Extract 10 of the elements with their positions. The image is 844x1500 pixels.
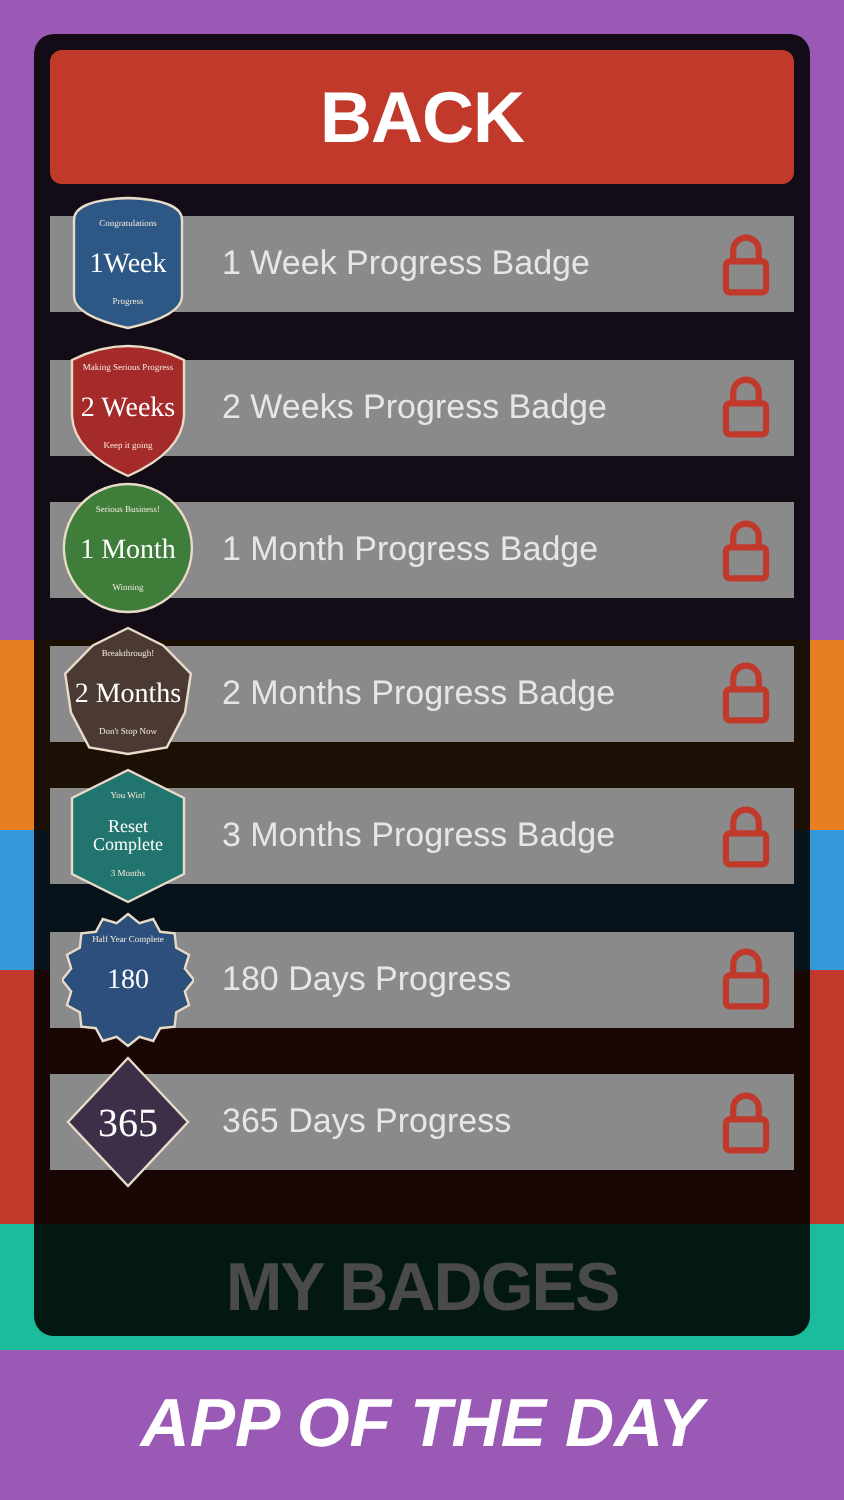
- badge-title: 3 Months Progress Badge: [222, 816, 618, 856]
- badge-title: 1 Month Progress Badge: [222, 530, 601, 570]
- badge-title: 1 Week Progress Badge: [222, 244, 592, 284]
- banner-text: APP OF THE DAY: [140, 1386, 704, 1464]
- back-button[interactable]: BACK: [50, 50, 794, 184]
- badge-title: 365 Days Progress: [222, 1102, 514, 1142]
- badge-title: 2 Weeks Progress Badge: [222, 387, 609, 427]
- menu-label: MY BADGES: [225, 1250, 619, 1328]
- badge-title: 180 Days Progress: [222, 959, 514, 999]
- badge-title: 2 Months Progress Badge: [222, 673, 618, 713]
